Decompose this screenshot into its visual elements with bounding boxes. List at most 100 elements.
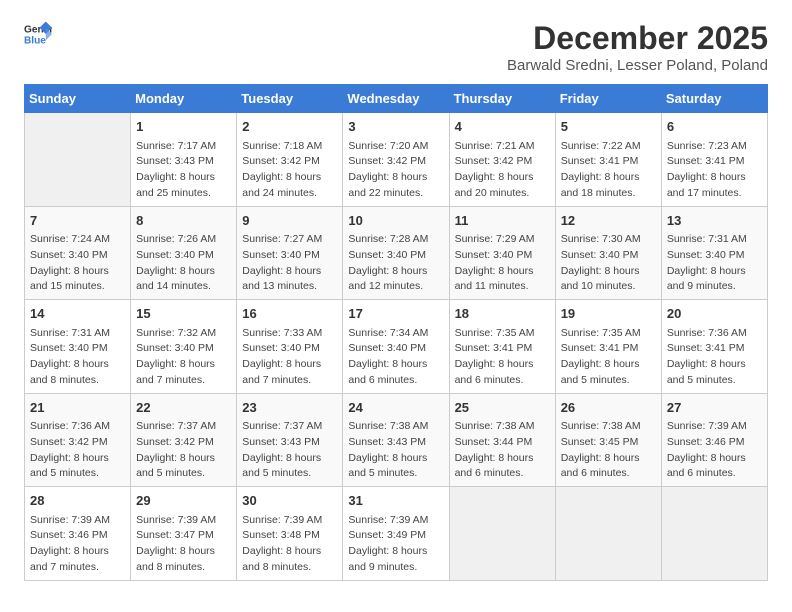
calendar-cell-w4-d6: 26Sunrise: 7:38 AMSunset: 3:45 PMDayligh… bbox=[555, 393, 661, 487]
day-info: Sunrise: 7:39 AMSunset: 3:49 PMDaylight:… bbox=[348, 513, 443, 576]
day-number: 9 bbox=[242, 211, 337, 231]
calendar-cell-w4-d3: 23Sunrise: 7:37 AMSunset: 3:43 PMDayligh… bbox=[237, 393, 343, 487]
calendar-cell-w3-d7: 20Sunrise: 7:36 AMSunset: 3:41 PMDayligh… bbox=[661, 300, 767, 394]
day-info: Sunrise: 7:23 AMSunset: 3:41 PMDaylight:… bbox=[667, 139, 762, 202]
day-number: 2 bbox=[242, 117, 337, 137]
day-number: 25 bbox=[455, 398, 550, 418]
day-number: 27 bbox=[667, 398, 762, 418]
weekday-header-sunday: Sunday bbox=[25, 85, 131, 113]
calendar-week-3: 14Sunrise: 7:31 AMSunset: 3:40 PMDayligh… bbox=[25, 300, 768, 394]
logo: General Blue bbox=[24, 20, 52, 48]
day-number: 20 bbox=[667, 304, 762, 324]
day-info: Sunrise: 7:27 AMSunset: 3:40 PMDaylight:… bbox=[242, 232, 337, 295]
day-info: Sunrise: 7:21 AMSunset: 3:42 PMDaylight:… bbox=[455, 139, 550, 202]
day-number: 1 bbox=[136, 117, 231, 137]
weekday-header-monday: Monday bbox=[131, 85, 237, 113]
calendar-cell-w3-d6: 19Sunrise: 7:35 AMSunset: 3:41 PMDayligh… bbox=[555, 300, 661, 394]
weekday-header-wednesday: Wednesday bbox=[343, 85, 449, 113]
day-number: 28 bbox=[30, 491, 125, 511]
calendar-cell-w1-d7: 6Sunrise: 7:23 AMSunset: 3:41 PMDaylight… bbox=[661, 113, 767, 207]
day-number: 12 bbox=[561, 211, 656, 231]
calendar-cell-w3-d1: 14Sunrise: 7:31 AMSunset: 3:40 PMDayligh… bbox=[25, 300, 131, 394]
calendar-cell-w5-d1: 28Sunrise: 7:39 AMSunset: 3:46 PMDayligh… bbox=[25, 487, 131, 581]
day-info: Sunrise: 7:28 AMSunset: 3:40 PMDaylight:… bbox=[348, 232, 443, 295]
day-number: 18 bbox=[455, 304, 550, 324]
day-info: Sunrise: 7:26 AMSunset: 3:40 PMDaylight:… bbox=[136, 232, 231, 295]
calendar-cell-w1-d4: 3Sunrise: 7:20 AMSunset: 3:42 PMDaylight… bbox=[343, 113, 449, 207]
day-info: Sunrise: 7:17 AMSunset: 3:43 PMDaylight:… bbox=[136, 139, 231, 202]
day-number: 5 bbox=[561, 117, 656, 137]
day-info: Sunrise: 7:39 AMSunset: 3:46 PMDaylight:… bbox=[30, 513, 125, 576]
day-info: Sunrise: 7:29 AMSunset: 3:40 PMDaylight:… bbox=[455, 232, 550, 295]
day-info: Sunrise: 7:33 AMSunset: 3:40 PMDaylight:… bbox=[242, 326, 337, 389]
day-info: Sunrise: 7:39 AMSunset: 3:46 PMDaylight:… bbox=[667, 419, 762, 482]
calendar-cell-w5-d4: 31Sunrise: 7:39 AMSunset: 3:49 PMDayligh… bbox=[343, 487, 449, 581]
day-info: Sunrise: 7:38 AMSunset: 3:45 PMDaylight:… bbox=[561, 419, 656, 482]
day-number: 4 bbox=[455, 117, 550, 137]
day-info: Sunrise: 7:18 AMSunset: 3:42 PMDaylight:… bbox=[242, 139, 337, 202]
weekday-header-friday: Friday bbox=[555, 85, 661, 113]
day-number: 11 bbox=[455, 211, 550, 231]
day-info: Sunrise: 7:35 AMSunset: 3:41 PMDaylight:… bbox=[561, 326, 656, 389]
day-info: Sunrise: 7:24 AMSunset: 3:40 PMDaylight:… bbox=[30, 232, 125, 295]
calendar-cell-w3-d3: 16Sunrise: 7:33 AMSunset: 3:40 PMDayligh… bbox=[237, 300, 343, 394]
weekday-header-tuesday: Tuesday bbox=[237, 85, 343, 113]
day-info: Sunrise: 7:39 AMSunset: 3:47 PMDaylight:… bbox=[136, 513, 231, 576]
logo-icon: General Blue bbox=[24, 20, 52, 48]
calendar-cell-w3-d4: 17Sunrise: 7:34 AMSunset: 3:40 PMDayligh… bbox=[343, 300, 449, 394]
day-info: Sunrise: 7:36 AMSunset: 3:41 PMDaylight:… bbox=[667, 326, 762, 389]
calendar-cell-w4-d2: 22Sunrise: 7:37 AMSunset: 3:42 PMDayligh… bbox=[131, 393, 237, 487]
day-number: 16 bbox=[242, 304, 337, 324]
calendar-cell-w2-d5: 11Sunrise: 7:29 AMSunset: 3:40 PMDayligh… bbox=[449, 206, 555, 300]
weekday-header-thursday: Thursday bbox=[449, 85, 555, 113]
main-title: December 2025 bbox=[507, 20, 768, 57]
day-info: Sunrise: 7:31 AMSunset: 3:40 PMDaylight:… bbox=[30, 326, 125, 389]
calendar-week-1: 1Sunrise: 7:17 AMSunset: 3:43 PMDaylight… bbox=[25, 113, 768, 207]
calendar-week-2: 7Sunrise: 7:24 AMSunset: 3:40 PMDaylight… bbox=[25, 206, 768, 300]
day-info: Sunrise: 7:38 AMSunset: 3:44 PMDaylight:… bbox=[455, 419, 550, 482]
day-number: 19 bbox=[561, 304, 656, 324]
day-info: Sunrise: 7:32 AMSunset: 3:40 PMDaylight:… bbox=[136, 326, 231, 389]
calendar-cell-w5-d6 bbox=[555, 487, 661, 581]
calendar-week-4: 21Sunrise: 7:36 AMSunset: 3:42 PMDayligh… bbox=[25, 393, 768, 487]
calendar-cell-w4-d5: 25Sunrise: 7:38 AMSunset: 3:44 PMDayligh… bbox=[449, 393, 555, 487]
day-number: 8 bbox=[136, 211, 231, 231]
day-number: 24 bbox=[348, 398, 443, 418]
day-info: Sunrise: 7:38 AMSunset: 3:43 PMDaylight:… bbox=[348, 419, 443, 482]
calendar-cell-w2-d7: 13Sunrise: 7:31 AMSunset: 3:40 PMDayligh… bbox=[661, 206, 767, 300]
day-number: 13 bbox=[667, 211, 762, 231]
day-number: 26 bbox=[561, 398, 656, 418]
day-info: Sunrise: 7:34 AMSunset: 3:40 PMDaylight:… bbox=[348, 326, 443, 389]
day-number: 14 bbox=[30, 304, 125, 324]
day-number: 21 bbox=[30, 398, 125, 418]
day-number: 10 bbox=[348, 211, 443, 231]
calendar-cell-w1-d2: 1Sunrise: 7:17 AMSunset: 3:43 PMDaylight… bbox=[131, 113, 237, 207]
day-number: 15 bbox=[136, 304, 231, 324]
day-info: Sunrise: 7:35 AMSunset: 3:41 PMDaylight:… bbox=[455, 326, 550, 389]
title-block: December 2025 Barwald Sredni, Lesser Pol… bbox=[507, 20, 768, 74]
calendar-cell-w5-d2: 29Sunrise: 7:39 AMSunset: 3:47 PMDayligh… bbox=[131, 487, 237, 581]
calendar-cell-w2-d2: 8Sunrise: 7:26 AMSunset: 3:40 PMDaylight… bbox=[131, 206, 237, 300]
day-number: 7 bbox=[30, 211, 125, 231]
calendar-cell-w5-d5 bbox=[449, 487, 555, 581]
day-number: 31 bbox=[348, 491, 443, 511]
day-number: 3 bbox=[348, 117, 443, 137]
page-header: General Blue December 2025 Barwald Sredn… bbox=[24, 20, 768, 74]
calendar-cell-w3-d2: 15Sunrise: 7:32 AMSunset: 3:40 PMDayligh… bbox=[131, 300, 237, 394]
calendar-cell-w1-d1 bbox=[25, 113, 131, 207]
day-info: Sunrise: 7:39 AMSunset: 3:48 PMDaylight:… bbox=[242, 513, 337, 576]
calendar-cell-w2-d6: 12Sunrise: 7:30 AMSunset: 3:40 PMDayligh… bbox=[555, 206, 661, 300]
day-info: Sunrise: 7:20 AMSunset: 3:42 PMDaylight:… bbox=[348, 139, 443, 202]
subtitle: Barwald Sredni, Lesser Poland, Poland bbox=[507, 57, 768, 74]
calendar-cell-w2-d4: 10Sunrise: 7:28 AMSunset: 3:40 PMDayligh… bbox=[343, 206, 449, 300]
calendar-cell-w1-d5: 4Sunrise: 7:21 AMSunset: 3:42 PMDaylight… bbox=[449, 113, 555, 207]
calendar-cell-w1-d3: 2Sunrise: 7:18 AMSunset: 3:42 PMDaylight… bbox=[237, 113, 343, 207]
day-info: Sunrise: 7:37 AMSunset: 3:42 PMDaylight:… bbox=[136, 419, 231, 482]
day-info: Sunrise: 7:22 AMSunset: 3:41 PMDaylight:… bbox=[561, 139, 656, 202]
day-number: 23 bbox=[242, 398, 337, 418]
weekday-header-row: SundayMondayTuesdayWednesdayThursdayFrid… bbox=[25, 85, 768, 113]
calendar-cell-w3-d5: 18Sunrise: 7:35 AMSunset: 3:41 PMDayligh… bbox=[449, 300, 555, 394]
calendar-cell-w2-d3: 9Sunrise: 7:27 AMSunset: 3:40 PMDaylight… bbox=[237, 206, 343, 300]
calendar-cell-w4-d7: 27Sunrise: 7:39 AMSunset: 3:46 PMDayligh… bbox=[661, 393, 767, 487]
day-info: Sunrise: 7:37 AMSunset: 3:43 PMDaylight:… bbox=[242, 419, 337, 482]
